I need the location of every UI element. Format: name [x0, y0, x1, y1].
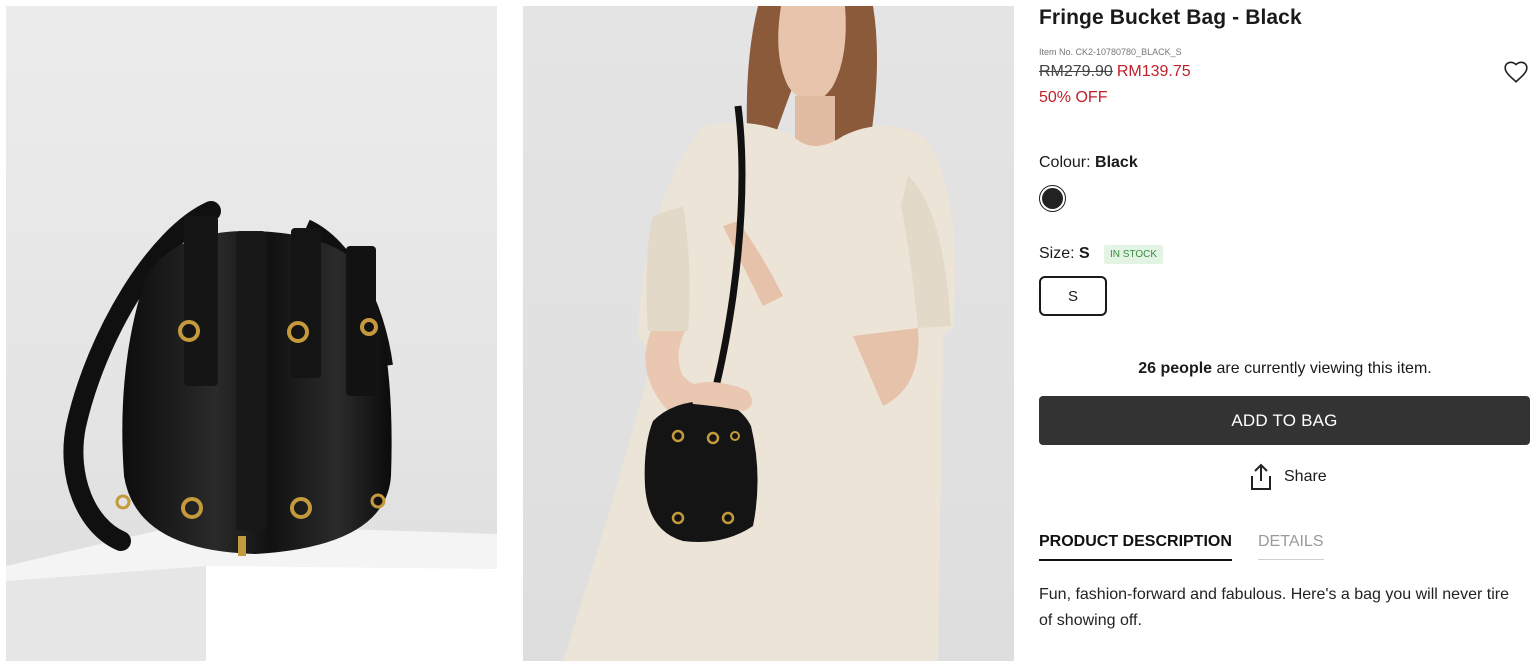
size-label-text: Size: [1039, 245, 1075, 262]
share-label: Share [1284, 468, 1327, 485]
viewer-count: 26 people [1138, 360, 1213, 377]
price-row: RM279.90 RM139.75 [1039, 63, 1191, 81]
viewing-text: are currently viewing this item. [1212, 360, 1432, 377]
product-info-panel: Fringe Bucket Bag - Black Item No. CK2-1… [1039, 0, 1531, 665]
stock-badge: IN STOCK [1104, 245, 1164, 264]
size-label: Size: S [1039, 245, 1090, 263]
product-image-main[interactable] [6, 6, 497, 661]
sale-price: RM139.75 [1116, 63, 1191, 80]
add-to-bag-button[interactable]: ADD TO BAG [1039, 396, 1530, 445]
discount-label: 50% OFF [1039, 89, 1108, 106]
share-icon [1251, 463, 1271, 490]
bag-on-pedestal-image [6, 201, 497, 661]
product-title: Fringe Bucket Bag - Black [1039, 6, 1302, 29]
product-description-text: Fun, fashion-forward and fabulous. Here'… [1039, 586, 1509, 629]
colour-label-text: Colour: [1039, 154, 1091, 171]
size-value: S [1079, 245, 1090, 262]
tab-product-description[interactable]: PRODUCT DESCRIPTION [1039, 533, 1232, 561]
colour-label: Colour: Black [1039, 154, 1138, 172]
model-wearing-bag-image [563, 6, 955, 661]
swatch-fill [1042, 188, 1063, 209]
share-button[interactable]: Share [1248, 463, 1327, 491]
size-option-s[interactable]: S [1039, 276, 1107, 316]
heart-icon [1504, 61, 1528, 83]
product-image-model[interactable] [523, 6, 1014, 661]
wishlist-button[interactable] [1503, 59, 1529, 85]
item-number: Item No. CK2-10780780_BLACK_S [1039, 47, 1182, 57]
colour-swatch-black[interactable] [1039, 185, 1066, 212]
viewing-notice: 26 people are currently viewing this ite… [1039, 360, 1531, 378]
tab-details[interactable]: DETAILS [1258, 533, 1324, 560]
original-price: RM279.90 [1039, 63, 1113, 80]
colour-value: Black [1095, 154, 1138, 171]
